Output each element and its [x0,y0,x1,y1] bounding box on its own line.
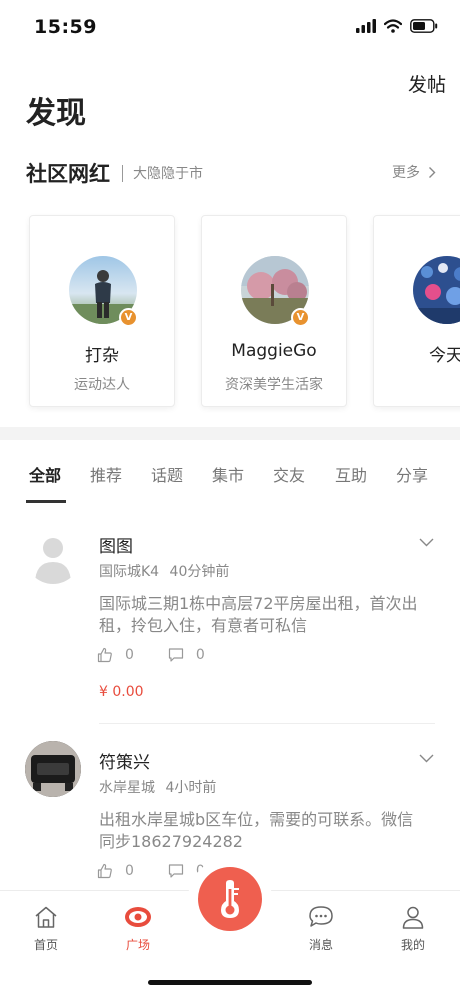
like-count: 0 [125,863,134,879]
verified-badge-icon: V [291,308,310,327]
post-price: ¥ 0.00 [99,684,144,700]
home-indicator[interactable] [148,980,312,985]
thumbs-up-icon [97,647,112,663]
signal-icon [356,19,376,33]
influencer-desc: 资深美学生活家 [225,377,323,393]
post-actions: 0 0 [97,647,239,663]
tab-home[interactable]: 首页 [21,905,71,953]
comment-icon [168,864,184,878]
post-location: 国际城K4 [99,564,160,580]
eye-icon [125,907,151,927]
influencer-card[interactable]: 今天 [373,215,460,407]
comment-button[interactable]: 0 [168,647,205,663]
verified-badge-icon: V [119,308,138,327]
status-icons [356,19,438,33]
tab-market[interactable]: 集市 [212,462,244,486]
tab-friends[interactable]: 交友 [273,462,305,486]
thumbs-up-icon [97,863,112,879]
more-link[interactable]: 更多 [392,162,436,182]
post-text: 出租水岸星城b区车位，需要的可联系。微信同步18627924282 [99,810,414,851]
center-action-button[interactable] [198,867,262,931]
section-separator [0,427,460,440]
post-location: 水岸星城 [99,780,155,796]
post-time: 40分钟前 [169,564,230,580]
chat-icon [309,906,333,927]
comment-count: 0 [195,647,205,663]
section-title: 社区网红 [26,162,110,186]
influencer-name: MaggieGo [231,341,317,361]
tab-topics[interactable]: 话题 [151,462,183,486]
post-text: 国际城三期1栋中高层72平房屋出租，首次出租，拎包入住，有意者可私信 [99,594,418,635]
section-subtitle: 大隐隐于市 [133,166,203,182]
like-count: 0 [125,647,134,663]
section-divider [122,164,123,182]
avatar[interactable] [25,528,81,584]
influencer-section-header: 社区网红 大隐隐于市 更多 [26,158,440,188]
influencer-name: 今天 [429,346,460,366]
user-icon [402,906,424,929]
tab-square[interactable]: 广场 [113,905,163,953]
more-label: 更多 [392,165,420,181]
thermometer-icon [221,880,239,918]
avatar[interactable] [25,741,81,797]
chevron-down-icon[interactable] [419,754,434,763]
tab-all[interactable]: 全部 [29,462,61,486]
post-divider [99,723,435,724]
influencer-card[interactable]: V 打杂 运动达人 [29,215,175,407]
tab-label: 我的 [400,938,425,952]
chevron-right-icon [429,166,436,178]
tab-active-indicator [26,500,66,503]
post-author[interactable]: 图图 [99,532,133,557]
post-author[interactable]: 符策兴 [99,748,150,773]
avatar [413,256,460,324]
tab-recommend[interactable]: 推荐 [90,462,122,486]
like-button[interactable]: 0 [97,647,134,663]
post-time: 4小时前 [165,780,217,796]
tab-messages[interactable]: 消息 [296,905,346,953]
page-title: 发现 [26,96,86,131]
tab-help[interactable]: 互助 [335,462,367,486]
post-meta: 国际城K4 40分钟前 [99,561,229,581]
category-tabs: 全部 推荐 话题 集市 交友 互助 分享 [0,458,460,506]
tab-profile[interactable]: 我的 [388,905,438,953]
post-meta: 水岸星城 4小时前 [99,777,216,797]
influencer-carousel[interactable]: V 打杂 运动达人 V MaggieGo 资深美学生活家 今天 [0,210,460,415]
wifi-icon [384,19,402,33]
comment-icon [168,648,184,662]
tab-label: 广场 [125,938,150,952]
post-button[interactable]: 发帖 [408,70,446,97]
like-button[interactable]: 0 [97,863,134,879]
home-icon [35,906,57,928]
status-time: 15:59 [34,16,97,38]
influencer-name: 打杂 [85,346,119,366]
tab-label: 消息 [308,938,333,952]
status-bar: 15:59 [0,0,460,56]
chevron-down-icon[interactable] [419,538,434,547]
tab-share[interactable]: 分享 [396,462,428,486]
battery-icon [410,19,438,33]
influencer-card[interactable]: V MaggieGo 资深美学生活家 [201,215,347,407]
tab-label: 首页 [33,938,58,952]
influencer-desc: 运动达人 [74,377,130,393]
